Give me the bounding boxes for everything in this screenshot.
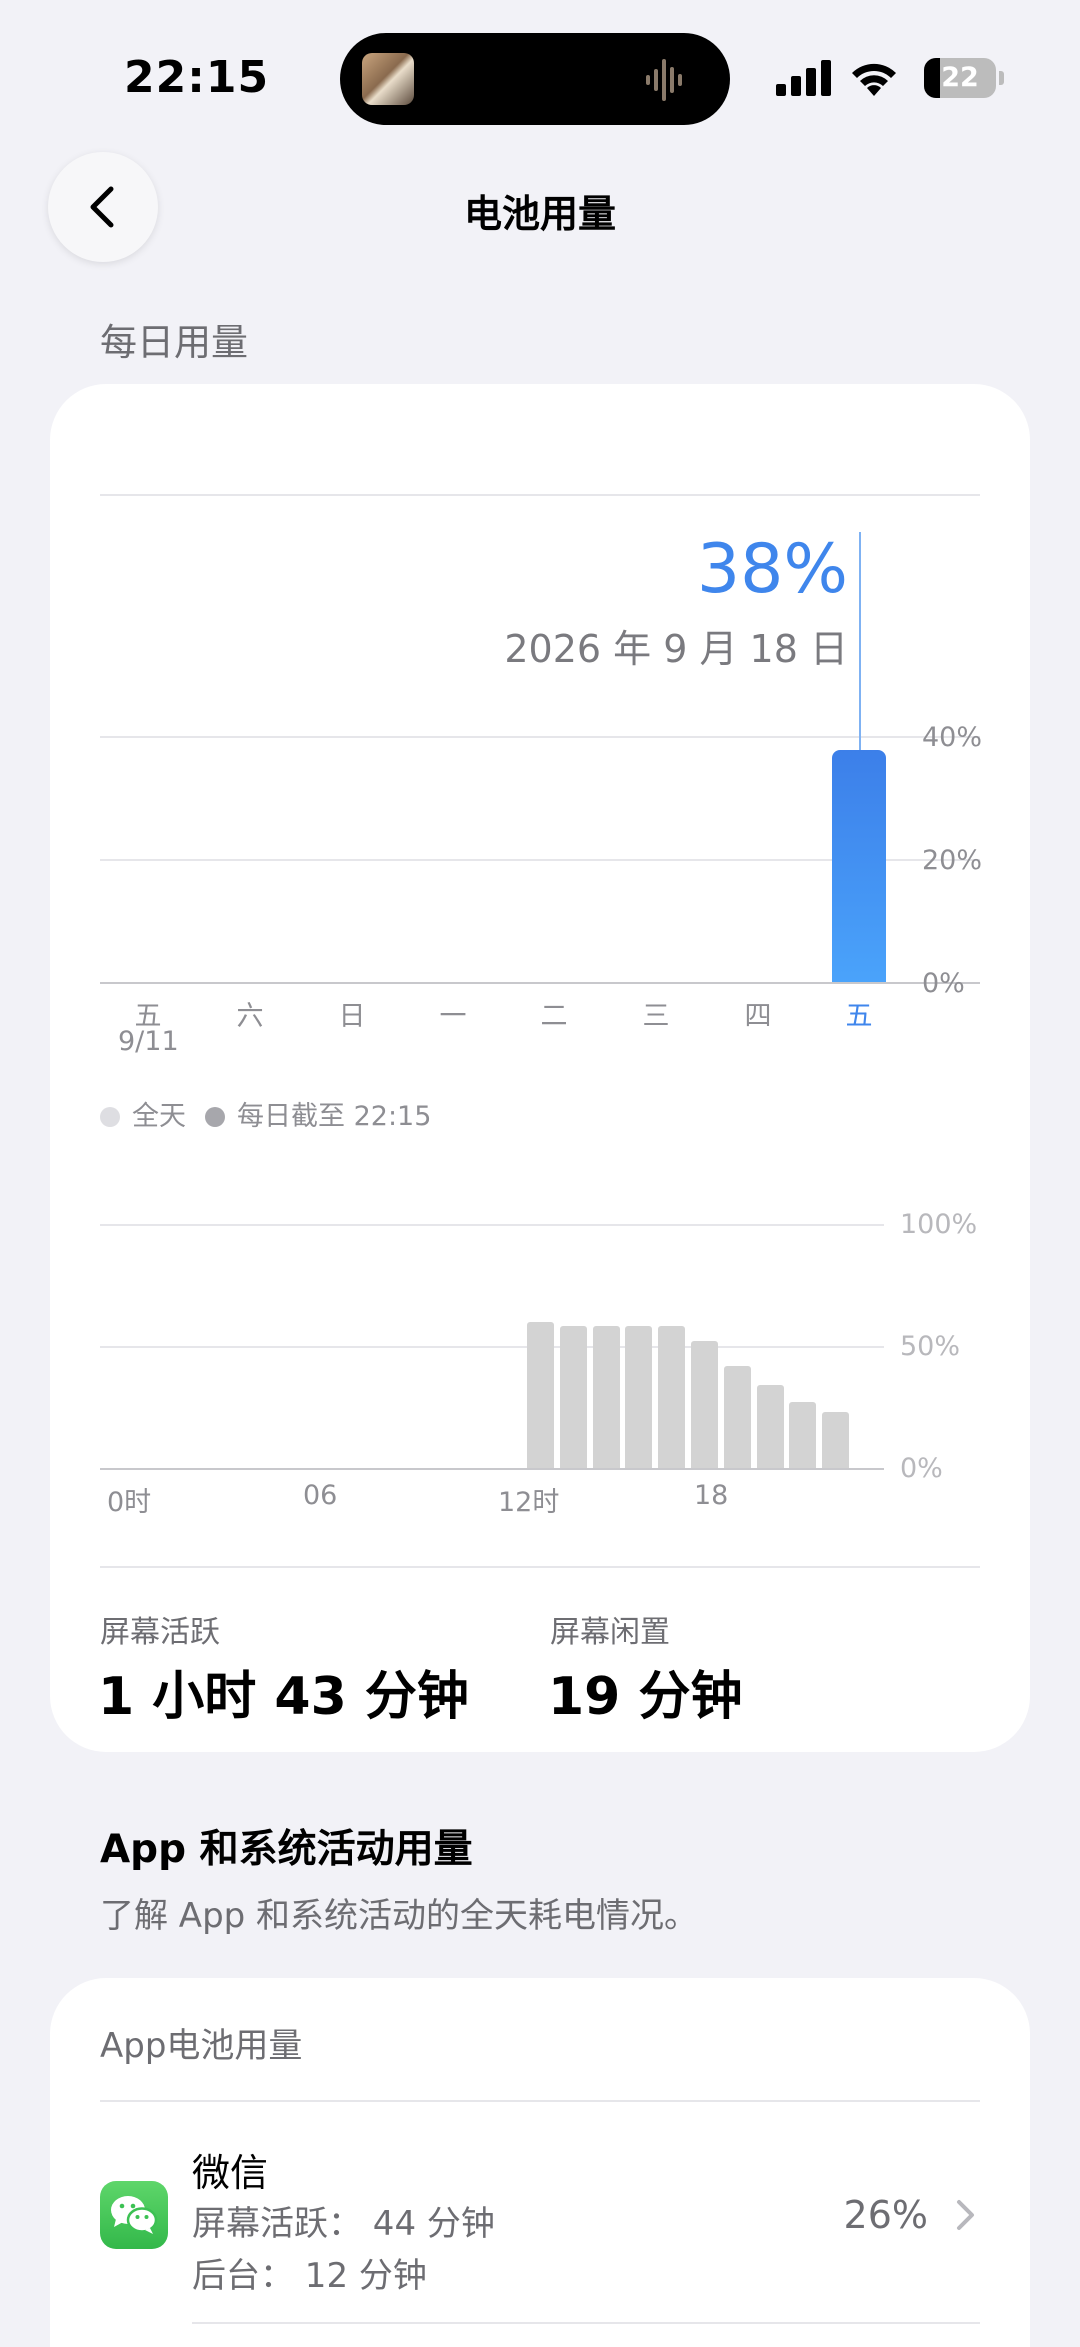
- hourly-bar[interactable]: [789, 1402, 817, 1468]
- app-background: 后台： 12 分钟: [192, 2256, 427, 2296]
- chevron-right-icon: [957, 2200, 974, 2230]
- legend-swatch: [205, 1107, 225, 1127]
- selection-indicator: [859, 532, 861, 752]
- day-label-selected[interactable]: 五: [829, 994, 889, 1033]
- hour-label: 12时: [498, 1487, 560, 1518]
- screen-active-value: 1 小时 43 分钟: [98, 1667, 469, 1727]
- day-label[interactable]: 日: [322, 994, 382, 1033]
- dynamic-island[interactable]: [340, 33, 730, 125]
- y-tick-label: 0%: [922, 968, 965, 999]
- wifi-icon: [852, 63, 896, 96]
- battery-level: 22: [941, 62, 979, 93]
- app-usage-title: App电池用量: [100, 2026, 303, 2066]
- app-percent: 26%: [843, 2193, 928, 2237]
- hour-label: 0时: [107, 1487, 152, 1518]
- battery-icon: 22: [924, 58, 1004, 98]
- hourly-bar[interactable]: [658, 1326, 686, 1468]
- daily-bar-friday[interactable]: [832, 750, 886, 982]
- hourly-bar[interactable]: [691, 1341, 718, 1468]
- legend-daily-until: 每日截至 22:15: [205, 1094, 431, 1133]
- page-title: 电池用量: [463, 192, 616, 236]
- hourly-bar[interactable]: [592, 1326, 620, 1468]
- day-label[interactable]: 三: [626, 994, 686, 1033]
- app-name: 微信: [192, 2151, 269, 2195]
- cellular-signal-icon: [776, 60, 831, 96]
- y-tick-label: 40%: [922, 722, 983, 753]
- daily-usage-heading: 每日用量: [100, 321, 248, 364]
- legend-swatch: [100, 1107, 120, 1127]
- hourly-bar[interactable]: [559, 1326, 587, 1468]
- activity-heading: App 和系统活动用量: [100, 1827, 473, 1872]
- screen-idle-value: 19 分钟: [548, 1667, 743, 1727]
- hourly-bar[interactable]: [723, 1365, 751, 1468]
- selected-day-percent: 38%: [696, 530, 848, 609]
- legend-all-day: 全天: [100, 1094, 186, 1133]
- hourly-bar[interactable]: [527, 1321, 554, 1468]
- screen-idle-label: 屏幕闲置: [550, 1615, 670, 1650]
- day-label[interactable]: 二: [524, 994, 584, 1033]
- y-tick-label: 50%: [900, 1331, 961, 1362]
- screen-active-label: 屏幕活跃: [100, 1615, 220, 1650]
- now-playing-thumbnail: [362, 53, 414, 105]
- y-tick-label: 20%: [922, 845, 983, 876]
- y-tick-label: 100%: [900, 1209, 978, 1240]
- activity-subtitle: 了解 App 和系统活动的全天耗电情况。: [100, 1896, 699, 1936]
- hourly-bar[interactable]: [822, 1411, 850, 1468]
- y-tick-label: 0%: [900, 1453, 943, 1484]
- status-time: 22:15: [124, 52, 270, 103]
- hour-label: 18: [694, 1480, 729, 1511]
- selected-day-date: 2026 年 9 月 18 日: [504, 627, 848, 671]
- day-label[interactable]: 六: [220, 994, 280, 1033]
- hour-label: 06: [303, 1480, 338, 1511]
- audio-wave-icon: [646, 59, 682, 101]
- first-date-label: 9/11: [118, 1026, 179, 1057]
- hourly-bar[interactable]: [625, 1326, 653, 1468]
- day-label[interactable]: 四: [728, 994, 788, 1033]
- day-label[interactable]: 一: [423, 994, 483, 1033]
- hourly-bar[interactable]: [756, 1385, 784, 1468]
